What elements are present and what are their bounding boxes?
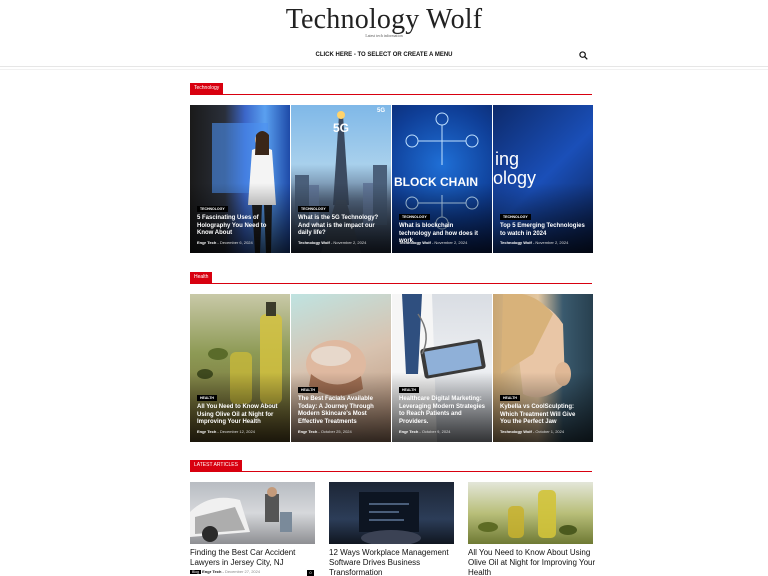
tile-title[interactable]: All You Need to Know About Using Olive O… [197,404,284,427]
tile-category[interactable]: HEALTH [399,387,419,393]
tile-title[interactable]: Top 5 Emerging Technologies to watch in … [500,223,587,238]
tile-date: November 2, 2024 [333,240,367,245]
article-thumbnail[interactable] [190,482,315,544]
tile-meta: Technology Wolf - November 2, 2024 [399,240,468,245]
tile-blockchain[interactable]: BLOCK CHAIN TECHNOLOGY What is blockchai… [392,105,492,253]
tile-meta: Technology Wolf - November 2, 2024 [500,240,569,245]
section-rule [190,471,592,472]
tile-date: October 9, 2024 [421,429,451,434]
tile-olive-oil[interactable]: HEALTH All You Need to Know About Using … [190,294,290,442]
tile-meta: Technology Wolf - October 1, 2024 [500,429,565,434]
tile-category[interactable]: HEALTH [298,387,318,393]
tile-category[interactable]: HEALTH [197,395,217,401]
latest-articles: Finding the Best Car Accident Lawyers in… [190,482,595,576]
tile-date: October 1, 2024 [535,429,565,434]
tile-category[interactable]: TECHNOLOGY [500,214,531,220]
tile-author[interactable]: Technology Wolf [399,240,431,245]
section-title-health: Health [190,272,592,284]
search-icon[interactable] [579,51,588,60]
article-title[interactable]: Finding the Best Car Accident Lawyers in… [190,548,320,568]
article-title[interactable]: 12 Ways Workplace Management Software Dr… [329,548,459,576]
tile-title[interactable]: Healthcare Digital Marketing: Leveraging… [399,396,486,426]
tile-author[interactable]: Engr Tech [298,429,317,434]
tile-meta: Engr Tech - December 6, 2024 [197,240,253,245]
tile-art-5g: 5G [333,121,350,135]
tile-title[interactable]: The Best Facials Available Today: A Jour… [298,396,385,426]
header-divider-2 [0,69,768,70]
tile-author[interactable]: Engr Tech [197,429,216,434]
article-author[interactable]: Engr Tech [202,569,221,574]
section-label[interactable]: Technology [190,83,224,94]
tile-facials[interactable]: HEALTH The Best Facials Available Today:… [291,294,391,442]
tile-meta: Engr Tech - December 12, 2024 [197,429,255,434]
tile-author[interactable]: Engr Tech [197,240,216,245]
tile-meta: Engr Tech - October 9, 2024 [399,429,451,434]
tile-art-line-1: ing [495,149,520,169]
tile-author[interactable]: Technology Wolf [500,240,532,245]
article-thumbnail[interactable] [329,482,454,544]
article-thumbnail[interactable] [468,482,593,544]
tile-date: October 25, 2024 [320,429,352,434]
technology-grid: TECHNOLOGY 5 Fascinating Uses of Hologra… [190,105,593,253]
tile-author[interactable]: Technology Wolf [298,240,330,245]
article-date: December 27, 2024 [224,569,261,574]
section-label[interactable]: Health [190,272,213,283]
tile-emerging-tech[interactable]: ing ology TECHNOLOGY Top 5 Emerging Tech… [493,105,593,253]
article-title[interactable]: All You Need to Know About Using Olive O… [468,548,598,576]
section-label[interactable]: LATEST ARTICLES [190,460,242,471]
tile-category[interactable]: HEALTH [500,395,520,401]
site-header: Technology Wolf Latest tech information … [0,0,768,66]
tile-5g[interactable]: 5G 5G TECHNOLOGY What is the 5G Technolo… [291,105,391,253]
tile-art-5g-small: 5G [377,108,386,114]
tile-category[interactable]: TECHNOLOGY [197,206,228,212]
tile-author[interactable]: Engr Tech [399,429,418,434]
site-logo[interactable]: Technology Wolf [0,4,768,36]
article-meta: Blog Engr Tech - December 27, 2024 [190,569,261,574]
comment-count[interactable]: 0 [307,570,314,576]
tile-date: November 2, 2024 [535,240,569,245]
tile-healthcare-marketing[interactable]: HEALTH Healthcare Digital Marketing: Lev… [392,294,492,442]
tile-category[interactable]: TECHNOLOGY [399,214,430,220]
header-divider [0,66,768,67]
tile-date: December 6, 2024 [219,240,253,245]
tile-title[interactable]: What is the 5G Technology? And what is t… [298,215,385,238]
tile-title[interactable]: 5 Fascinating Uses of Holography You Nee… [197,215,284,238]
main-menu-link[interactable]: CLICK HERE - TO SELECT OR CREATE A MENU [0,52,768,58]
section-title-technology: Technology [190,83,592,95]
site-tagline: Latest tech information [365,33,403,38]
article-badge[interactable]: Blog [190,570,202,574]
tile-holography[interactable]: TECHNOLOGY 5 Fascinating Uses of Hologra… [190,105,290,253]
tile-date: December 12, 2024 [219,429,255,434]
section-rule [190,94,592,95]
health-grid: HEALTH All You Need to Know About Using … [190,294,593,442]
tile-title[interactable]: Kybella vs CoolSculpting: Which Treatmen… [500,404,587,427]
tile-date: November 2, 2024 [434,240,468,245]
tile-meta: Engr Tech - October 25, 2024 [298,429,352,434]
section-rule [190,283,592,284]
tile-author[interactable]: Technology Wolf [500,429,532,434]
tile-kybella[interactable]: HEALTH Kybella vs CoolSculpting: Which T… [493,294,593,442]
section-title-latest: LATEST ARTICLES [190,460,592,472]
tile-category[interactable]: TECHNOLOGY [298,206,329,212]
tile-meta: Technology Wolf - November 2, 2024 [298,240,367,245]
